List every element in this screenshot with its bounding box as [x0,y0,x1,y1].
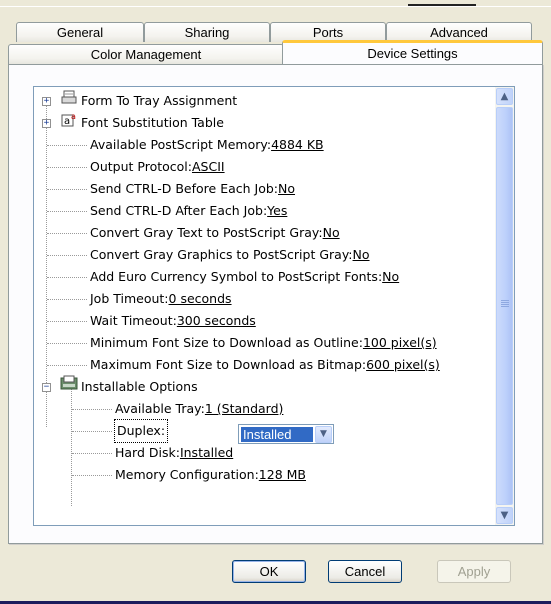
tree-item[interactable]: Available PostScript Memory: 4884 KB [90,134,324,156]
setting-label: Output Protocol: [90,159,192,174]
svg-text:a: a [64,116,70,127]
tree-connector [72,431,112,432]
tree-item[interactable]: Memory Configuration: 128 MB [115,464,306,486]
setting-value[interactable]: No [382,269,399,284]
tree-item[interactable]: Maximum Font Size to Download as Bitmap:… [90,354,440,376]
tree-connector [46,97,47,427]
setting-value[interactable]: 1 (Standard) [205,401,284,416]
tree-connector [72,409,112,410]
setting-value[interactable]: 600 pixel(s) [366,357,440,372]
setting-label: Add Euro Currency Symbol to PostScript F… [90,269,383,284]
setting-label: Send CTRL-D Before Each Job: [90,181,279,196]
tree-item[interactable]: Hard Disk: Installed [115,442,233,464]
expand-icon[interactable]: + [42,97,51,106]
tree-connector [47,167,87,168]
tray-icon [61,90,77,104]
tab-ports[interactable]: Ports [270,22,386,42]
ok-button[interactable]: OK [232,560,306,583]
tree-connector [47,189,87,190]
tree-group-font-substitution[interactable]: Font Substitution Table [81,112,224,134]
duplex-dropdown[interactable]: Installed ▼ [238,424,334,444]
grip-line [501,300,509,301]
tree-connector [72,453,112,454]
tree-group-installable-options[interactable]: Installable Options [81,376,198,398]
tree-group-label: Form To Tray Assignment [81,93,238,108]
tree-connector [47,145,87,146]
tab-device-settings[interactable]: Device Settings [282,40,543,64]
setting-label: Send CTRL-D After Each Job: [90,203,268,218]
tree-item[interactable]: Job Timeout: 0 seconds [90,288,232,310]
tree-item[interactable]: Output Protocol: ASCII [90,156,225,178]
printer-options-icon [60,375,78,390]
scroll-down-button[interactable]: ▼ [496,507,513,524]
tree-group-label: Font Substitution Table [81,115,224,130]
tree-item[interactable]: Convert Gray Graphics to PostScript Gray… [90,244,370,266]
setting-value[interactable]: Yes [267,203,287,218]
setting-value[interactable]: No [353,247,370,262]
tree-item[interactable]: Convert Gray Text to PostScript Gray: No [90,222,340,244]
tree-item[interactable]: Add Euro Currency Symbol to PostScript F… [90,266,399,288]
top-highlight [0,6,551,7]
setting-value[interactable]: No [278,181,295,196]
tree-item[interactable]: Minimum Font Size to Download as Outline… [90,332,437,354]
setting-value[interactable]: 300 seconds [177,313,256,328]
tree-connector [47,299,87,300]
setting-label: Available Tray: [115,401,205,416]
setting-label: Hard Disk: [115,445,180,460]
setting-label: Job Timeout: [90,291,169,306]
window-top-edge [0,0,551,7]
tree-connector [71,384,72,506]
expand-icon[interactable]: + [42,119,51,128]
scroll-up-button[interactable]: ▲ [496,88,513,105]
device-settings-tree[interactable]: + Form To Tray Assignment + a a Font Sub… [33,86,515,526]
apply-button[interactable]: Apply [437,560,511,583]
tree-connector [47,233,87,234]
tree-item[interactable]: Available Tray: 1 (Standard) [115,398,283,420]
setting-label: Duplex: [113,419,169,443]
setting-value[interactable]: ASCII [192,159,225,174]
tab-advanced[interactable]: Advanced [386,22,532,42]
setting-value[interactable]: 0 seconds [169,291,232,306]
tree-item-duplex[interactable]: Duplex: [113,419,169,443]
setting-value[interactable]: 128 MB [259,467,306,482]
setting-value[interactable]: 4884 KB [271,137,324,152]
setting-label: Maximum Font Size to Download as Bitmap: [90,357,367,372]
setting-label: Convert Gray Graphics to PostScript Gray… [90,247,353,262]
chevron-down-icon[interactable]: ▼ [315,426,332,443]
tab-color-management[interactable]: Color Management [8,44,284,64]
setting-label: Memory Configuration: [115,467,259,482]
top-dark-mark [408,4,476,6]
tree-connector [72,475,112,476]
grip-line [501,304,509,305]
font-icon: a a [61,112,76,127]
vertical-scrollbar[interactable]: ▲ ▼ [495,87,514,525]
collapse-icon[interactable]: − [42,383,51,392]
tree-connector [47,255,87,256]
svg-text:a: a [71,112,76,121]
tree-group-label: Installable Options [81,379,198,394]
setting-label: Available PostScript Memory: [90,137,272,152]
tree-group-form-to-tray[interactable]: Form To Tray Assignment [81,90,237,112]
scroll-thumb[interactable] [496,107,513,505]
tab-general[interactable]: General [16,22,144,42]
tree-connector [47,211,87,212]
setting-label: Wait Timeout: [90,313,177,328]
grip-line [501,302,509,303]
setting-value[interactable]: 100 pixel(s) [363,335,437,350]
tree-item[interactable]: Wait Timeout: 300 seconds [90,310,256,332]
grip-line [501,306,509,307]
duplex-selected-value[interactable]: Installed [241,427,313,442]
tree-connector [47,321,87,322]
tree-connector [47,277,87,278]
tree-connector [47,343,87,344]
setting-value[interactable]: No [323,225,340,240]
tree-item[interactable]: Send CTRL-D Before Each Job: No [90,178,295,200]
tab-sharing[interactable]: Sharing [144,22,270,42]
setting-label: Minimum Font Size to Download as Outline… [90,335,363,350]
setting-value[interactable]: Installed [180,445,233,460]
tree-item[interactable]: Send CTRL-D After Each Job: Yes [90,200,287,222]
setting-label: Convert Gray Text to PostScript Gray: [90,225,323,240]
tree-connector [47,365,87,366]
cancel-button[interactable]: Cancel [328,560,402,583]
